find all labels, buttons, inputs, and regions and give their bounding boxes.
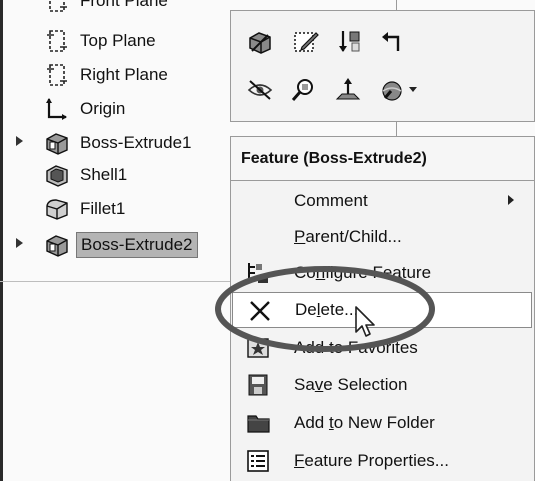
menu-item-label: Add to Favorites	[294, 338, 418, 357]
appearance-icon[interactable]	[375, 73, 409, 107]
menu-item-label: ete...	[320, 300, 359, 319]
tree-item-label: Boss-Extrude1	[80, 133, 192, 152]
plane-icon	[47, 64, 67, 86]
tree-item-shell1[interactable]: Shell1	[44, 160, 127, 190]
expand-arrow-icon[interactable]	[16, 136, 23, 146]
context-toolbar	[230, 10, 535, 122]
menu-item-label: o New Folder	[333, 413, 435, 432]
tree-item-boss-extrude2[interactable]: Boss-Extrude2	[16, 230, 198, 260]
zoom-to-selection-icon[interactable]	[287, 73, 321, 107]
expand-arrow-icon[interactable]	[16, 238, 23, 248]
menu-item-mnemonic: F	[294, 451, 305, 470]
menu-item-label: De	[295, 300, 317, 319]
menu-item-add-to-favorites[interactable]: Add to Favorites	[232, 330, 532, 366]
tree-item-label: Top Plane	[80, 31, 156, 50]
menu-item-add-to-new-folder[interactable]: Add to New Folder	[232, 405, 532, 441]
configure-feature-icon	[248, 263, 268, 283]
hide-icon[interactable]	[243, 73, 277, 107]
tree-item-fillet1[interactable]: Fillet1	[44, 194, 125, 224]
delete-icon	[250, 301, 270, 321]
fillet-icon	[46, 199, 68, 220]
tree-item-label: Shell1	[80, 165, 128, 184]
boss-extrude-icon	[46, 133, 68, 155]
menu-item-mnemonic: P	[294, 227, 306, 246]
submenu-arrow-icon	[508, 195, 514, 205]
tree-item-right-plane[interactable]: Right Plane	[44, 60, 168, 90]
window-left-border	[0, 0, 3, 481]
favorites-icon	[247, 338, 269, 358]
boss-extrude-icon	[46, 235, 68, 257]
tree-item-label: Boss-Extrude2	[76, 232, 198, 258]
save-selection-icon	[248, 374, 268, 396]
origin-icon	[46, 98, 67, 120]
menu-item-label: eature Properties...	[304, 451, 449, 470]
appearance-dropdown-arrow-icon[interactable]	[409, 87, 417, 92]
tree-item-label: Front Plane	[80, 0, 168, 10]
tree-divider	[0, 281, 230, 282]
plane-icon	[49, 0, 67, 12]
menu-item-label: Comment	[294, 191, 368, 210]
menu-item-parent-child[interactable]: Parent/Child...	[232, 219, 532, 255]
tree-item-label: Fillet1	[80, 199, 126, 218]
menu-item-label: figure Feature	[325, 263, 432, 282]
tree-item-label: Right Plane	[80, 65, 168, 84]
menu-item-feature-properties[interactable]: Feature Properties...	[232, 443, 532, 479]
edit-feature-icon[interactable]	[243, 25, 277, 59]
back-arrow-icon[interactable]	[375, 25, 409, 59]
screenshot-stage: Front Plane Top Plane Right Plane Origin	[0, 0, 535, 481]
menu-item-label: Sa	[294, 375, 315, 394]
tree-item-front-plane[interactable]: Front Plane	[44, 0, 168, 16]
menu-item-label: Add	[294, 413, 329, 432]
properties-icon	[247, 450, 269, 472]
normal-to-icon[interactable]	[331, 73, 365, 107]
rollback-icon[interactable]	[333, 25, 367, 59]
mouse-cursor-icon	[355, 306, 375, 337]
context-menu: Feature (Boss-Extrude2) Comment Parent/C…	[230, 136, 535, 481]
menu-item-mnemonic: n	[315, 263, 326, 282]
tree-item-label: Origin	[80, 99, 126, 118]
menu-item-save-selection[interactable]: Save Selection	[232, 367, 532, 403]
context-menu-title: Feature (Boss-Extrude2)	[231, 137, 534, 181]
tree-item-top-plane[interactable]: Top Plane	[44, 26, 156, 56]
menu-item-configure-feature[interactable]: Configure Feature	[232, 255, 532, 291]
menu-item-comment[interactable]: Comment	[232, 183, 532, 219]
folder-icon	[247, 415, 270, 433]
tree-item-origin[interactable]: Origin	[44, 94, 125, 124]
tree-item-boss-extrude1[interactable]: Boss-Extrude1	[16, 128, 192, 158]
plane-icon	[47, 30, 67, 52]
edit-sketch-icon[interactable]	[289, 25, 323, 59]
menu-item-delete[interactable]: Delete...	[232, 292, 532, 328]
shell-icon	[46, 165, 68, 187]
menu-item-label: e Selection	[323, 375, 408, 394]
menu-item-label: Co	[294, 263, 316, 282]
menu-item-label: arent/Child...	[305, 227, 402, 246]
